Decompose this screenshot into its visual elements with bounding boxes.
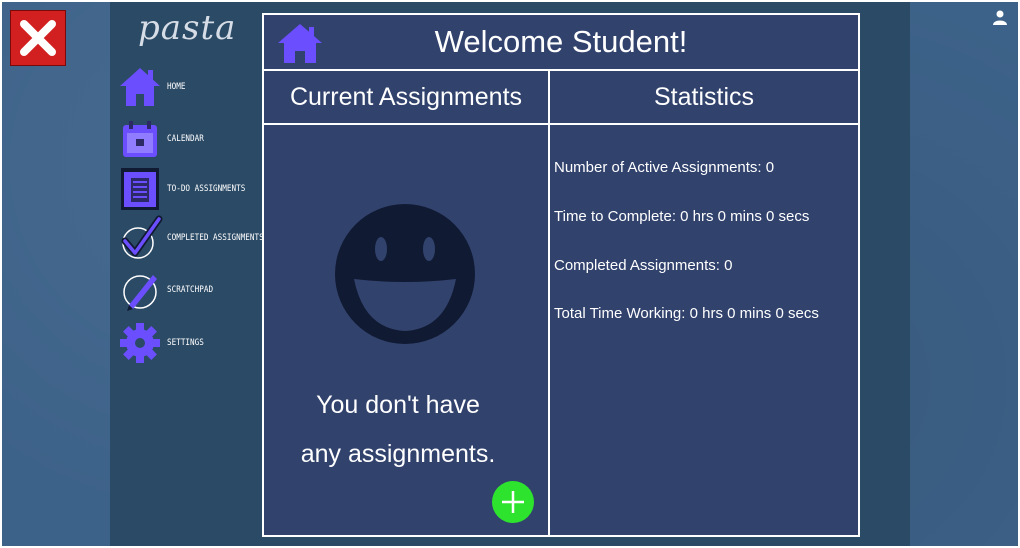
sidebar-item-scratchpad[interactable]: SCRATCHPAD (117, 267, 267, 313)
sidebar-item-label: COMPLETED ASSIGNMENTS (167, 233, 264, 243)
column-divider (548, 71, 550, 535)
pen-icon (123, 275, 157, 311)
empty-state-line: You don't have (316, 391, 480, 419)
plus-icon (502, 491, 524, 513)
dashboard-panel: Welcome Student! Current Assignments Sta… (262, 13, 860, 537)
sidebar-item-calendar[interactable]: CALENDAR (117, 116, 267, 162)
calendar-icon (123, 121, 157, 157)
clipboard-icon (121, 168, 159, 210)
gear-icon (120, 323, 160, 363)
user-icon (993, 10, 1007, 25)
close-button[interactable] (10, 10, 66, 66)
stat-completed-assignments: Completed Assignments: 0 (554, 257, 733, 274)
sidebar-item-label: HOME (167, 82, 186, 92)
sidebar-item-settings[interactable]: SETTINGS (117, 320, 267, 366)
sidebar-item-label: SETTINGS (167, 338, 204, 348)
sidebar-item-completed[interactable]: COMPLETED ASSIGNMENTS (117, 215, 267, 261)
checkmark-icon (121, 215, 163, 259)
stat-time-to-complete: Time to Complete: 0 hrs 0 mins 0 secs (554, 208, 810, 225)
empty-state-line: any assignments. (300, 440, 496, 468)
sidebar-item-label: CALENDAR (167, 134, 204, 144)
user-menu-button[interactable] (990, 8, 1010, 28)
empty-state-message: You don't have any assignments. (264, 381, 532, 479)
assignments-heading: Current Assignments (264, 71, 550, 125)
stat-active-assignments: Number of Active Assignments: 0 (554, 159, 775, 176)
smiley-icon (335, 204, 475, 344)
stat-total-time-working: Total Time Working: 0 hrs 0 mins 0 secs (554, 305, 819, 322)
sidebar-item-home[interactable]: HOME (117, 64, 267, 110)
page-title: Welcome Student! (434, 24, 688, 59)
add-assignment-button[interactable] (492, 481, 534, 523)
sidebar-item-label: TO-DO ASSIGNMENTS (167, 184, 246, 194)
statistics-heading: Statistics (550, 71, 858, 125)
sidebar-item-todo[interactable]: TO-DO ASSIGNMENTS (117, 166, 267, 212)
sidebar-item-label: SCRATCHPAD (167, 285, 214, 295)
home-icon (120, 68, 160, 106)
panel-header: Welcome Student! (264, 15, 858, 71)
app-logo: pasta (138, 8, 237, 48)
close-x-icon (20, 20, 56, 56)
